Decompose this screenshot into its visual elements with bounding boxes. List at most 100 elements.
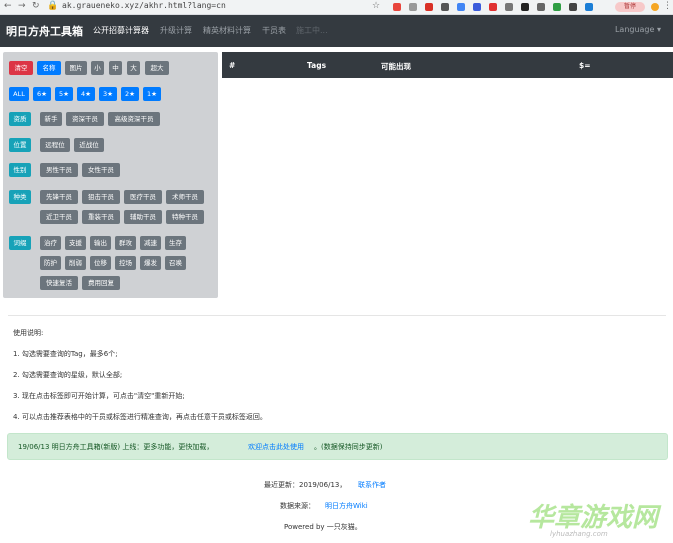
- star-6-button[interactable]: 6★: [33, 87, 51, 101]
- profile-button[interactable]: 暂停: [615, 2, 645, 12]
- size-large-button[interactable]: 大: [127, 61, 140, 75]
- star-4-button[interactable]: 4★: [77, 87, 95, 101]
- tag-button[interactable]: 削弱: [65, 256, 86, 270]
- tag-button[interactable]: 生存: [165, 236, 186, 250]
- extension-icon[interactable]: [457, 3, 465, 11]
- instruction-item: 3. 现在点击标签即可开始计算，可点击"清空"重新开始;: [13, 392, 185, 400]
- extension-icon[interactable]: [441, 3, 449, 11]
- size-small-button[interactable]: 小: [91, 61, 104, 75]
- instruction-item: 2. 勾选需要查询的星级，默认全部;: [13, 371, 123, 379]
- nav-recruit-calculator[interactable]: 公开招募计算器: [93, 25, 149, 36]
- extension-icon[interactable]: [393, 3, 401, 11]
- column-cost: $=: [579, 61, 591, 70]
- tag-button[interactable]: 近战位: [74, 138, 104, 152]
- language-dropdown[interactable]: Language ▾: [615, 25, 661, 34]
- gender-label: 性别: [9, 163, 31, 177]
- alert-text: 19/06/13 明日方舟工具箱(新版) 上线：更多功能，更快加载，: [18, 443, 214, 451]
- nav-under-construction: 施工中...: [296, 26, 328, 35]
- tag-button[interactable]: 资深干员: [66, 112, 104, 126]
- tag-button[interactable]: 召唤: [165, 256, 186, 270]
- tag-button[interactable]: 快速复活: [40, 276, 78, 290]
- instruction-item: 4. 可以点击推荐表格中的干员或标签进行精准查询，再点击任意干员或标签返回。: [13, 413, 267, 421]
- brand[interactable]: 明日方舟工具箱: [6, 23, 83, 39]
- tag-button[interactable]: 术师干员: [166, 190, 204, 204]
- menu-icon[interactable]: ⋮: [663, 1, 672, 11]
- tag-button[interactable]: 防护: [40, 256, 61, 270]
- instruction-item: 1. 勾选需要查询的Tag，最多6个;: [13, 350, 118, 358]
- tag-button[interactable]: 治疗: [40, 236, 61, 250]
- extension-icon[interactable]: [473, 3, 481, 11]
- tag-button[interactable]: 医疗干员: [124, 190, 162, 204]
- tag-button[interactable]: 辅助干员: [124, 210, 162, 224]
- nav-upgrade-calc[interactable]: 升级计算: [160, 25, 192, 36]
- tag-button[interactable]: 重装干员: [82, 210, 120, 224]
- tag-button[interactable]: 减速: [140, 236, 161, 250]
- column-possible: 可能出现: [381, 62, 411, 71]
- extension-icon[interactable]: [585, 3, 593, 11]
- tag-button[interactable]: 狙击干员: [82, 190, 120, 204]
- class-label: 种类: [9, 190, 31, 204]
- tag-button[interactable]: 远程位: [40, 138, 70, 152]
- data-source-label: 数据来源：: [280, 502, 315, 510]
- tag-button[interactable]: 近卫干员: [40, 210, 78, 224]
- divider: [8, 315, 666, 316]
- forward-icon[interactable]: →: [18, 1, 26, 11]
- tag-button[interactable]: 输出: [90, 236, 111, 250]
- watermark-url: lyhuazhang.com: [550, 530, 608, 538]
- extension-icon[interactable]: [569, 3, 577, 11]
- star-1-button[interactable]: 1★: [143, 87, 161, 101]
- contact-author-link[interactable]: 联系作者: [358, 480, 386, 490]
- navbar: 明日方舟工具箱 公开招募计算器 升级计算 精英材料计算 干员表 施工中... L…: [0, 15, 673, 47]
- affix-label: 词缀: [9, 236, 31, 250]
- new-version-link[interactable]: 欢迎点击此处使用: [248, 442, 304, 452]
- last-updated: 最近更新：2019/06/13，: [264, 481, 347, 489]
- star-3-button[interactable]: 3★: [99, 87, 117, 101]
- watermark-logo: 华章游戏网: [528, 503, 659, 533]
- tag-button[interactable]: 女性干员: [82, 163, 120, 177]
- filter-panel: 清空 名称 图片 小 中 大 超大 ALL 6★ 5★ 4★ 3★ 2★ 1★ …: [3, 52, 218, 298]
- tag-button[interactable]: 支援: [65, 236, 86, 250]
- column-tags: Tags: [307, 61, 327, 70]
- tag-button[interactable]: 新手: [40, 112, 62, 126]
- tag-button[interactable]: 先锋干员: [40, 190, 78, 204]
- extension-icon[interactable]: [425, 3, 433, 11]
- tag-button[interactable]: 费用回复: [82, 276, 120, 290]
- extension-icon[interactable]: [489, 3, 497, 11]
- avatar[interactable]: [651, 3, 659, 11]
- announcement-alert: 19/06/13 明日方舟工具箱(新版) 上线：更多功能，更快加载， 欢迎点击此…: [7, 433, 668, 460]
- extension-icon[interactable]: [537, 3, 545, 11]
- lock-icon: 🔒: [47, 1, 59, 11]
- star-5-button[interactable]: 5★: [55, 87, 73, 101]
- reload-icon[interactable]: ↻: [32, 1, 40, 11]
- clear-button[interactable]: 清空: [9, 61, 33, 75]
- name-toggle-button[interactable]: 名称: [37, 61, 61, 75]
- tag-button[interactable]: 特种干员: [166, 210, 204, 224]
- star-all-button[interactable]: ALL: [9, 87, 29, 101]
- extension-icon[interactable]: [553, 3, 561, 11]
- tag-button[interactable]: 高级资深干员: [108, 112, 160, 126]
- tag-button[interactable]: 位移: [90, 256, 111, 270]
- nav-elite-material-calc[interactable]: 精英材料计算: [203, 25, 251, 36]
- powered-by: Powered by 一只灰猫。: [284, 523, 362, 531]
- qualification-label: 资质: [9, 112, 31, 126]
- nav-operator-table[interactable]: 干员表: [262, 25, 286, 36]
- results-table-header: # Tags 可能出现 $=: [222, 52, 673, 78]
- data-source-link[interactable]: 明日方舟Wiki: [325, 501, 368, 511]
- star-2-button[interactable]: 2★: [121, 87, 139, 101]
- size-medium-button[interactable]: 中: [109, 61, 122, 75]
- star-icon[interactable]: ☆: [372, 1, 380, 11]
- address-bar[interactable]: ak.graueneko.xyz/akhr.html?lang=cn: [62, 1, 226, 10]
- position-label: 位置: [9, 138, 31, 152]
- back-icon[interactable]: ←: [4, 1, 12, 11]
- tag-button[interactable]: 爆发: [140, 256, 161, 270]
- instructions-title: 使用说明:: [13, 329, 44, 337]
- tag-button[interactable]: 控场: [115, 256, 136, 270]
- alert-suffix: 。(数据保持同步更新): [314, 443, 383, 451]
- image-toggle-button[interactable]: 图片: [65, 61, 87, 75]
- extension-icon[interactable]: [409, 3, 417, 11]
- tag-button[interactable]: 群攻: [115, 236, 136, 250]
- extension-icon[interactable]: [505, 3, 513, 11]
- extension-icon[interactable]: [521, 3, 529, 11]
- size-xlarge-button[interactable]: 超大: [145, 61, 169, 75]
- tag-button[interactable]: 男性干员: [40, 163, 78, 177]
